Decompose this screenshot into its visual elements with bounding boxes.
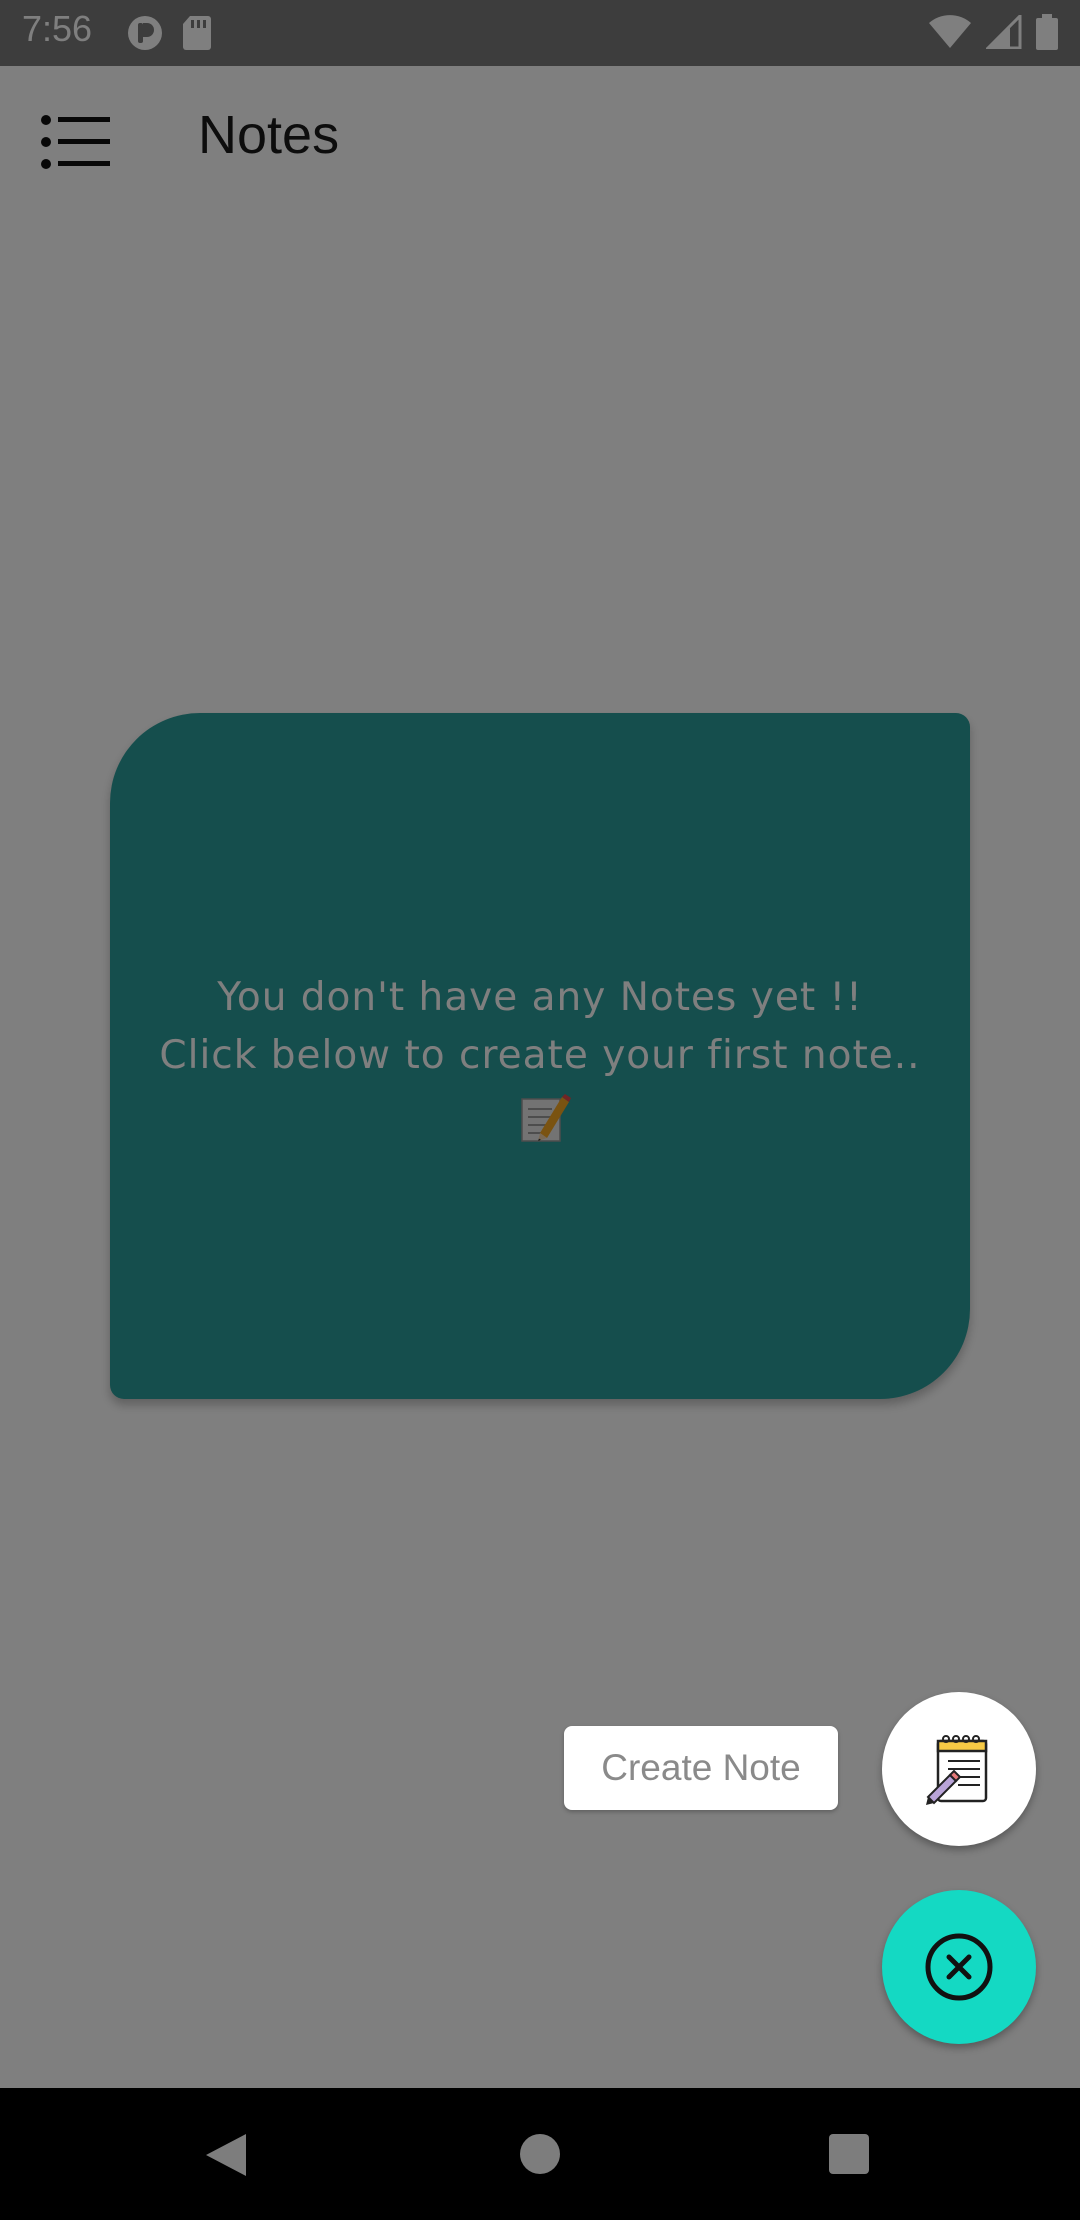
back-triangle-icon[interactable] <box>202 2130 252 2180</box>
cell-signal-icon <box>986 15 1022 49</box>
status-bar: 7:56 <box>0 0 1080 66</box>
system-nav-bar <box>0 2088 1080 2220</box>
sd-card-icon <box>183 16 211 50</box>
status-left-icons <box>126 14 212 52</box>
battery-icon <box>1036 14 1058 50</box>
close-speed-dial-button[interactable] <box>882 1890 1036 2044</box>
empty-state-message: You don't have any Notes yet !! <box>217 975 863 1020</box>
page-title: Notes <box>198 105 340 165</box>
recents-square-icon[interactable] <box>829 2134 869 2174</box>
status-time: 7:56 <box>22 8 93 49</box>
data-saver-icon <box>128 16 162 50</box>
wifi-icon <box>929 15 971 48</box>
app-bar: Notes <box>0 66 1080 220</box>
create-note-button[interactable] <box>882 1692 1036 1846</box>
close-circle-icon <box>925 1933 993 2001</box>
list-menu-icon <box>41 115 110 169</box>
empty-state-hint: Click below to create your first note.. <box>159 1033 921 1078</box>
create-note-label[interactable]: Create Note <box>564 1726 838 1810</box>
memo-pencil-icon <box>521 1094 571 1142</box>
menu-button[interactable] <box>40 114 112 170</box>
status-right-icons <box>928 14 1058 50</box>
empty-state-card: You don't have any Notes yet !! Click be… <box>110 713 970 1399</box>
home-circle-icon[interactable] <box>520 2134 560 2174</box>
notepad-pencil-icon <box>926 1735 988 1805</box>
